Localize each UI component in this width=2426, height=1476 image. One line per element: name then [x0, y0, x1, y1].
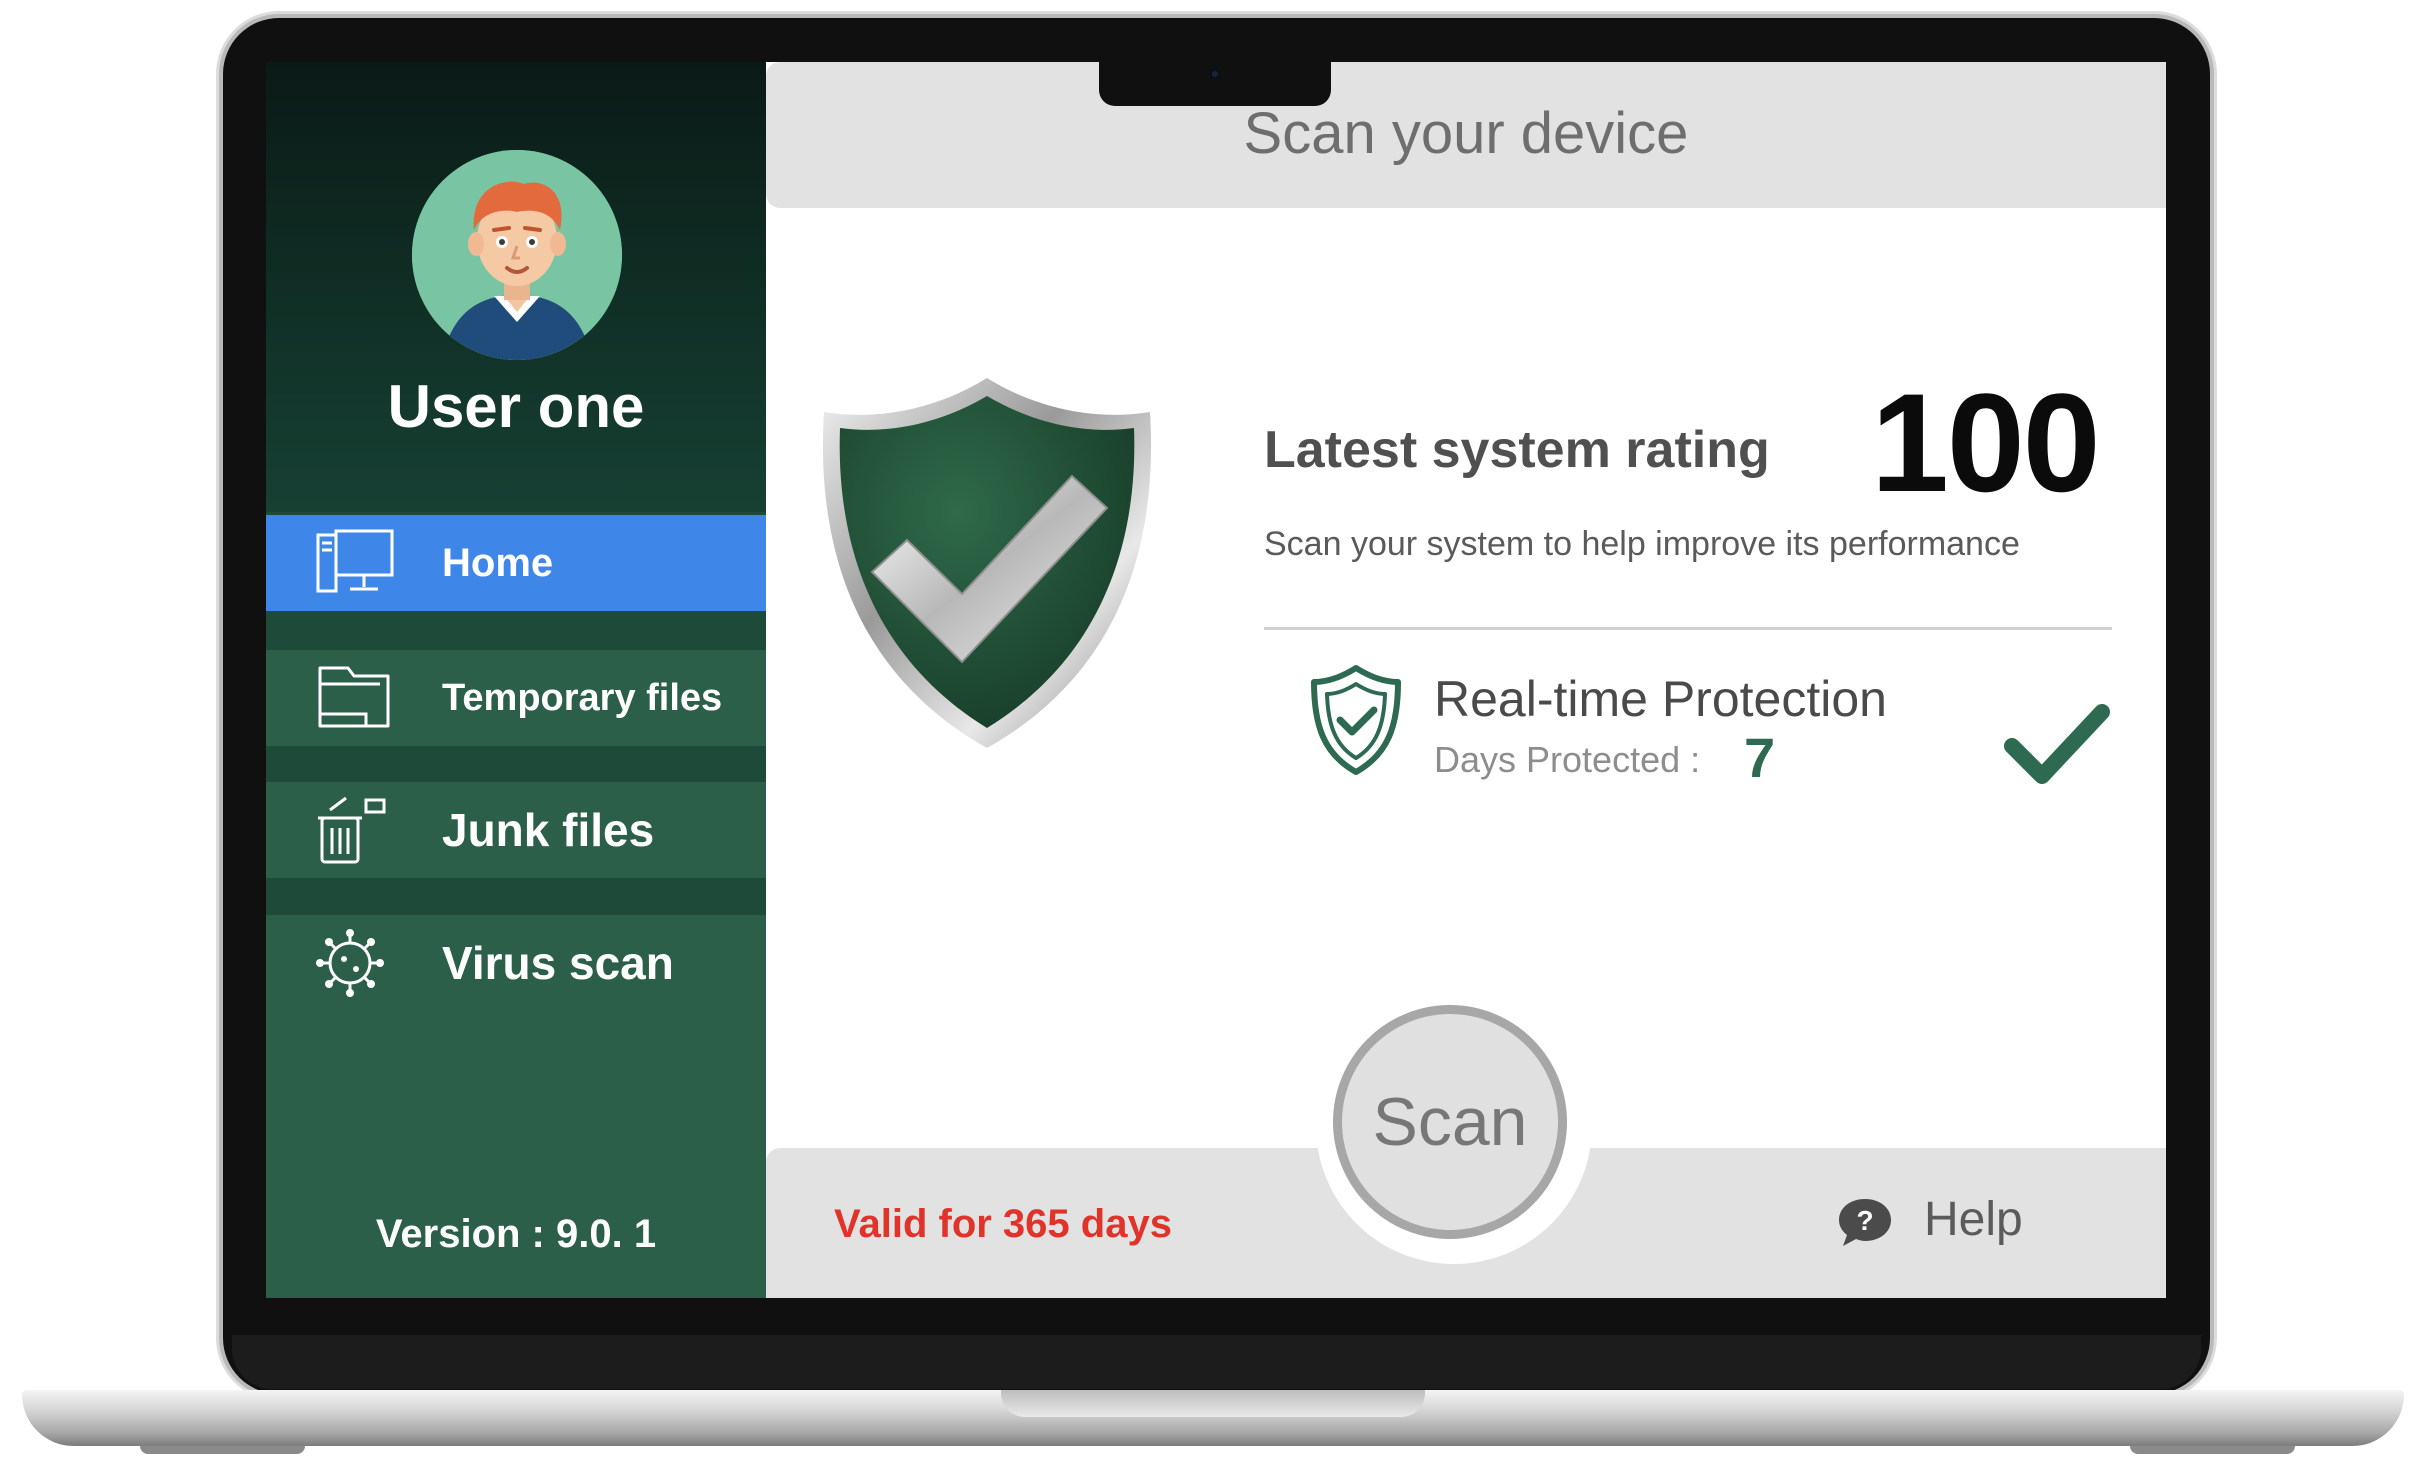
sidebar-item-home[interactable]: Home [266, 515, 766, 611]
nav-divider [266, 878, 766, 918]
shield-check-icon [1311, 665, 1401, 775]
trash-icon [318, 796, 386, 864]
nav-divider [266, 746, 766, 786]
rating-label: Latest system rating [1264, 421, 1770, 479]
user-avatar-icon [412, 150, 622, 360]
user-name: User one [387, 373, 645, 440]
monitor-icon [316, 529, 394, 593]
laptop-bottom-bezel [232, 1335, 2201, 1389]
page-title: Scan your device [1243, 101, 1689, 166]
days-protected-label: Days Protected : [1434, 739, 1701, 780]
header-bar: Scan your device [766, 62, 2166, 208]
folder-icon [318, 666, 390, 728]
laptop-foot-left [140, 1446, 305, 1454]
license-validity: Valid for 365 days [834, 1202, 1172, 1246]
camera-notch [1099, 62, 1331, 106]
section-divider [1264, 627, 2112, 630]
sidebar-item-temporary-files[interactable]: Temporary files [266, 650, 766, 746]
sidebar-item-junk-files[interactable]: Junk files [266, 782, 766, 878]
days-protected-value: 7 [1744, 726, 1776, 789]
sidebar: User one Home Temporary files Junk files… [266, 62, 766, 1298]
sidebar-item-label: Virus scan [442, 937, 674, 989]
scan-button[interactable]: Scan [1333, 1005, 1567, 1239]
avatar[interactable] [412, 150, 622, 360]
protected-shield-icon [822, 378, 1152, 748]
sidebar-item-label: Home [442, 541, 554, 585]
laptop-base-notch [1001, 1390, 1425, 1417]
sidebar-item-label: Temporary files [442, 677, 723, 719]
scan-button-label: Scan [1372, 1084, 1528, 1160]
rating-value: 100 [1871, 364, 2101, 521]
app-screen: User one Home Temporary files Junk files… [266, 62, 2166, 1298]
help-link[interactable]: Help [1924, 1192, 2023, 1247]
rating-subtitle: Scan your system to help improve its per… [1264, 525, 2020, 563]
nav-divider [266, 611, 766, 652]
svg-text:?: ? [1856, 1205, 1873, 1236]
app-version: Version : 9.0. 1 [375, 1212, 657, 1256]
check-icon [2004, 704, 2110, 784]
help-icon[interactable]: ? [1836, 1196, 1894, 1248]
sidebar-item-virus-scan[interactable]: Virus scan [266, 915, 766, 1011]
camera-icon [1209, 68, 1221, 80]
virus-icon [316, 929, 384, 997]
sidebar-item-label: Junk files [442, 804, 655, 856]
laptop-foot-right [2130, 1446, 2295, 1454]
realtime-protection-title: Real-time Protection [1434, 671, 1887, 727]
